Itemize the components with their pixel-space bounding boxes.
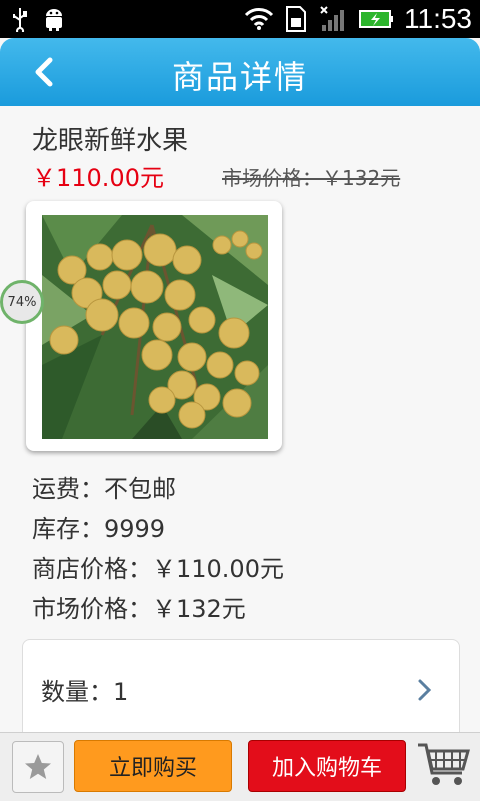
shopping-cart-button[interactable] (416, 739, 472, 795)
stock-info: 库存：9999 (32, 515, 166, 543)
android-debug-icon (42, 6, 66, 32)
wifi-icon (244, 7, 274, 31)
favorite-button[interactable] (12, 741, 64, 793)
shop-price: ￥110.00元 (32, 164, 164, 192)
star-icon (25, 754, 51, 779)
add-to-cart-button[interactable]: 加入购物车 (248, 740, 406, 792)
market-price-strikethrough: 市场价格：￥132元 (222, 166, 401, 190)
longan-fruit-image (42, 215, 268, 439)
sim-icon (284, 5, 308, 33)
product-image-card[interactable] (26, 201, 282, 451)
signal-icon (318, 5, 348, 33)
shopping-cart-icon (418, 743, 470, 785)
buy-now-button[interactable]: 立即购买 (74, 740, 232, 792)
progress-badge[interactable]: 74% (0, 280, 44, 324)
bottom-action-bar: 立即购买 加入购物车 (0, 732, 480, 801)
battery-charging-icon (358, 7, 394, 31)
usb-icon (10, 6, 30, 32)
quantity-label: 数量：1 (41, 678, 129, 706)
page-title: 商品详情 (171, 58, 308, 96)
title-bar: 商品详情 (0, 38, 480, 106)
market-price-info: 市场价格：￥132元 (32, 595, 246, 623)
price-row: ￥110.00元 市场价格：￥132元 (32, 158, 472, 192)
shipping-info: 运费：不包邮 (32, 475, 176, 503)
product-name: 龙眼新鲜水果 (32, 126, 189, 156)
status-bar: 11:53 (0, 0, 480, 38)
shop-price-info: 商店价格：￥110.00元 (32, 555, 284, 583)
clock: 11:53 (404, 3, 472, 34)
chevron-right-icon (418, 679, 432, 701)
